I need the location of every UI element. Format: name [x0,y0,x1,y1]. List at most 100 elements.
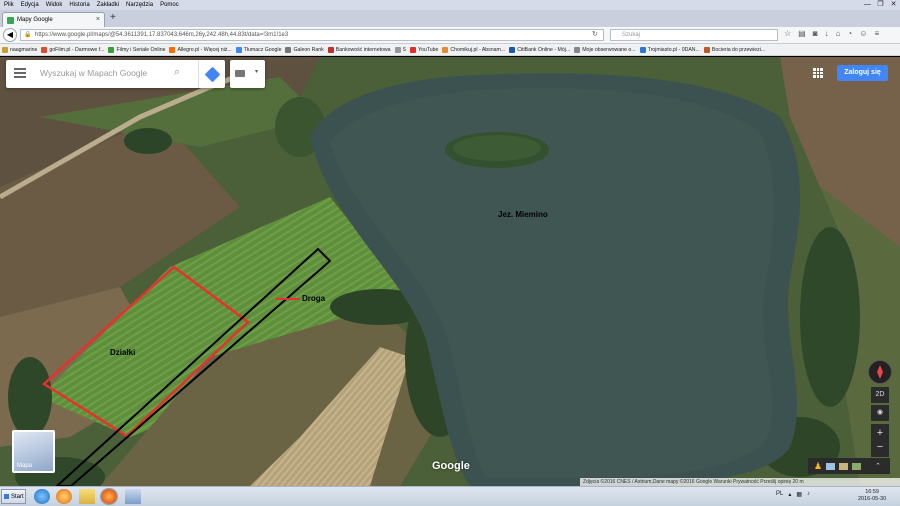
menu-tools[interactable]: Narzędzia [126,0,153,10]
tray-arrow-icon[interactable]: ▴ [788,491,791,498]
bookmark-label: Chomikuj.pl - Absnam... [450,46,506,53]
back-button[interactable]: ◀ [3,28,17,42]
menu-view[interactable]: Widok [46,0,63,10]
apps-grid-icon[interactable] [813,68,823,78]
bookmark-label: Bankowość internetowa [335,46,391,53]
bookmark-label: CitiBank Online - Mój... [517,46,571,53]
menu-help[interactable]: Pomoc [160,0,179,10]
bookmark-label: Tłumacz Google [243,46,282,53]
window-controls: — ❐ ✕ [861,0,900,10]
bookmark-item[interactable]: Moje obserwowane o... [574,46,636,53]
bookmark-favicon-icon [41,46,48,53]
bookmark-label: goFilm.pl - Darmowe f... [49,46,105,53]
firefox-icon[interactable] [100,488,118,505]
bookmark-item[interactable]: S [394,46,407,53]
map-attribution: Zdjęcia ©2016 CNES / Astrium,Dane mapy ©… [580,478,900,486]
media-player-icon[interactable] [56,489,72,504]
bookmark-item[interactable]: Filmy i Seriale Online [108,46,166,53]
bookmark-item[interactable]: Tłumacz Google [235,46,282,53]
download-icon[interactable]: ↓ [825,29,829,38]
imagery-thumb-icon[interactable] [826,462,836,470]
menu-bar: Plik Edycja Widok Historia Zakładki Narz… [0,0,900,10]
menu-history[interactable]: Historia [69,0,89,10]
road-label: Droga [302,294,326,303]
start-button[interactable]: Start [1,489,26,504]
bookmark-label: Moje obserwowane o... [582,46,636,53]
lake-label: Jez. Miemino [498,210,548,219]
clock[interactable]: 16:59 2016-05-30 [858,489,886,503]
satellite-imagery [0,57,900,486]
address-bar[interactable]: 🔒 https://www.google.pl/maps/@54.3611391… [20,29,604,41]
app-icon[interactable] [125,489,141,504]
tab-mapy-google[interactable]: Mapy Google × [2,12,105,27]
bookmark-item[interactable]: goFilm.pl - Darmowe f... [41,46,105,53]
bookmark-item[interactable]: CitiBank Online - Mój... [509,46,571,53]
menu-icon[interactable]: ≡ [874,29,879,38]
chevron-down-icon: ▾ [255,69,259,75]
maps-favicon-icon [7,16,14,24]
bookmark-item[interactable]: YouTube [410,46,438,53]
ie-icon[interactable] [34,489,50,504]
search-icon[interactable]: ⌕ [174,66,180,79]
signin-button[interactable]: Zaloguj się [837,65,888,81]
bookmark-item[interactable]: Allegro.pl - Więcej niż... [169,46,232,53]
menu-file[interactable]: Plik [4,0,14,10]
satellite-map[interactable]: Jez. Miemino Droga Działki Wyszukaj w Ma… [0,57,900,486]
bookmark-item[interactable]: Galeon Rank [285,46,324,53]
pegman-icon[interactable]: ♟ [814,461,822,472]
toolbar-icons: ☆ ▤ ◙ ↓ ⌂ ◔ ☺ ≡ [784,29,879,38]
reload-icon[interactable]: ↻ [592,30,598,38]
tab-title: Mapy Google [17,17,53,23]
collapse-icon[interactable]: ⌃ [875,462,881,470]
taskbar: Start PL ▴ ▦ ♪ 16:59 2016-05-30 [0,486,900,506]
hamburger-menu-icon[interactable] [14,68,26,80]
bookmark-label: Filmy i Seriale Online [116,46,166,53]
bookmark-item[interactable]: Bocieria do przewiezi... [703,46,765,53]
bookmark-label: Galeon Rank [293,46,324,53]
network-icon[interactable]: ▦ [796,491,802,498]
imagery-thumb-icon[interactable] [852,462,862,470]
close-window-button[interactable]: ✕ [887,0,900,10]
close-tab-icon[interactable]: × [96,16,100,23]
bookmark-favicon-icon [108,46,115,53]
bookmark-favicon-icon [509,46,516,53]
bookmark-star-icon[interactable]: ☆ [784,29,791,38]
bookmark-favicon-icon [169,46,176,53]
tab-strip: Mapy Google × + [0,10,900,27]
bookmark-label: Allegro.pl - Więcej niż... [177,46,232,53]
tilt-2d-button[interactable]: 2D [871,387,889,403]
volume-icon[interactable]: ♪ [807,491,810,498]
maps-search-panel: Wyszukaj w Mapach Google ⌕ [6,60,225,88]
minimize-button[interactable]: — [861,0,874,10]
menu-edit[interactable]: Edycja [21,0,39,10]
bookmark-item[interactable]: Trojmiasto.pl - 0DAN... [639,46,700,53]
bookmark-item[interactable]: Bankowość internetowa [327,46,391,53]
menu-bookmarks[interactable]: Zakładki [97,0,119,10]
bookmark-label: Trojmiasto.pl - 0DAN... [647,46,700,53]
compass-icon[interactable] [868,360,892,384]
sync-icon[interactable]: ☺ [859,29,867,38]
folder-icon[interactable] [79,489,95,504]
my-location-icon[interactable]: ◉ [871,405,889,421]
imagery-thumb-icon[interactable] [839,462,849,470]
home-icon[interactable]: ⌂ [836,29,841,38]
input-tools-button[interactable]: ▾ [230,60,265,88]
language-indicator[interactable]: PL [776,491,783,498]
bookmarks-list-icon[interactable]: ▤ [798,29,806,38]
google-logo: Google [432,460,470,472]
directions-icon[interactable] [198,60,225,88]
zoom-out-button[interactable]: − [871,438,889,457]
maximize-button[interactable]: ❐ [874,0,887,10]
pocket-icon[interactable]: ◙ [813,29,818,38]
map-type-toggle[interactable]: Mapa [12,430,55,473]
bookmark-label: S [402,46,407,53]
bookmark-favicon-icon [442,46,449,53]
maps-search-input[interactable]: Wyszukaj w Mapach Google [40,68,147,78]
browser-search-input[interactable]: Szukaj [610,29,778,41]
navigation-bar: ◀ 🔒 https://www.google.pl/maps/@54.36113… [0,27,900,44]
new-tab-button[interactable]: + [110,13,116,23]
chat-icon[interactable]: ◔ [847,29,852,38]
bookmark-item[interactable]: naagmarine [2,46,37,53]
bookmark-item[interactable]: Chomikuj.pl - Absnam... [442,46,506,53]
system-tray: PL ▴ ▦ ♪ [776,491,810,498]
